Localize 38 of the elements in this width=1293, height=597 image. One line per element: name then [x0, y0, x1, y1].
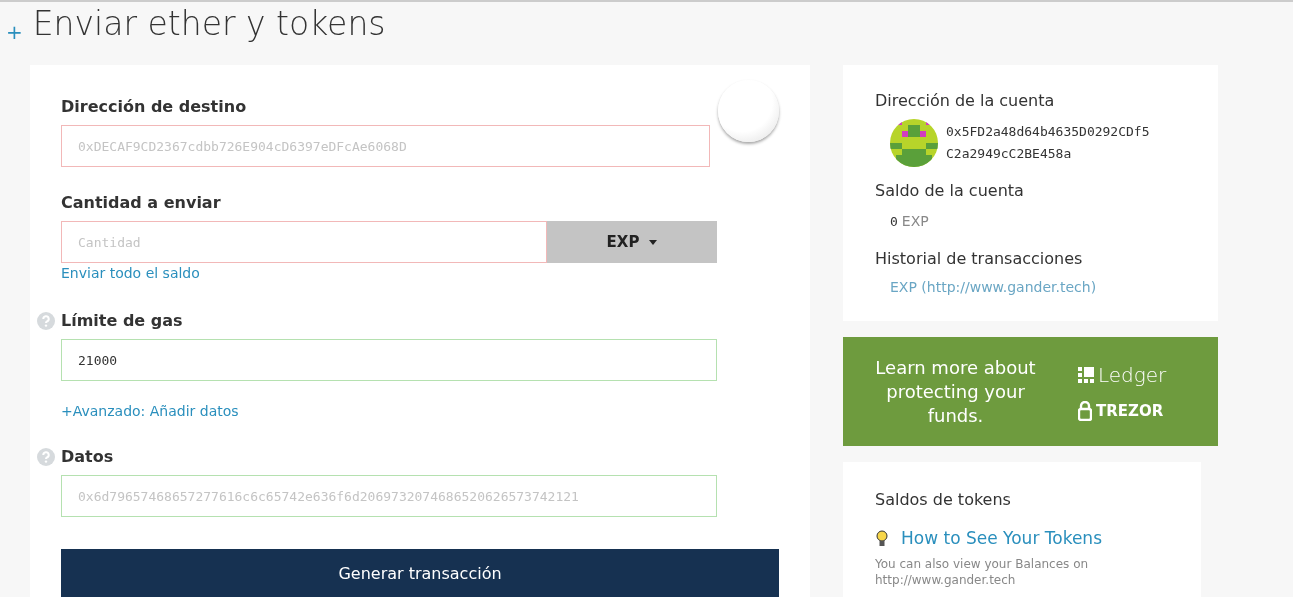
- lightbulb-icon: [875, 528, 889, 548]
- padlock-icon: [1078, 400, 1092, 421]
- section-title: Dirección de la cuenta: [875, 90, 1056, 112]
- identicon-avatar: [890, 119, 938, 167]
- field-label: Datos: [61, 446, 114, 468]
- balance-unit: EXP: [901, 213, 929, 229]
- promo-text: Learn more about protecting your funds.: [874, 355, 1037, 428]
- account-address: C2a2949cC2BE458a: [946, 145, 1073, 163]
- section-title: Saldos de tokens: [875, 489, 1012, 511]
- help-icon[interactable]: [37, 312, 55, 330]
- tokens-note-link[interactable]: http://www.gander.tech: [875, 572, 1169, 588]
- amount-input[interactable]: Cantidad: [61, 221, 547, 263]
- page-title: Enviar ether y tokens: [32, 4, 386, 44]
- brand-name: TREZOR: [1096, 401, 1164, 420]
- unit-dropdown[interactable]: EXP: [547, 221, 717, 263]
- field-link[interactable]: +Avanzado: Añadir datos: [61, 403, 779, 419]
- plus-icon[interactable]: +: [6, 22, 23, 42]
- tokens-note: You can also view your Balances on: [875, 556, 1090, 572]
- caret-icon: [649, 239, 658, 245]
- section-title: Saldo de la cuenta: [875, 180, 1025, 202]
- ledger-logo-icon: [1078, 366, 1094, 383]
- generate-transaction-button[interactable]: Generar transacción: [61, 549, 779, 597]
- identicon-placeholder: [717, 80, 779, 142]
- history-link[interactable]: EXP (http://www.gander.tech): [890, 279, 1186, 295]
- balance-amount: 0: [890, 213, 898, 231]
- section-title: Historial de transacciones: [875, 248, 1084, 270]
- field-label: Dirección de destino: [61, 96, 247, 118]
- tokens-help-link[interactable]: How to See Your Tokens: [901, 528, 1102, 548]
- brand-name: Ledger: [1098, 362, 1167, 387]
- help-icon[interactable]: [37, 448, 55, 466]
- text-input[interactable]: 0x6d79657468657277616c6c65742e636f6d2069732074686520626573742121: [61, 475, 717, 517]
- account-address: 0x5FD2a48d64b4635D0292CDf5: [946, 123, 1150, 141]
- promo-banner[interactable]: Learn more about protecting your funds. Ledger TREZOR: [843, 337, 1218, 446]
- field-label: Cantidad a enviar: [61, 192, 221, 214]
- address-input[interactable]: 0xDECAF9CD2367cdbb726E904cD6397eDFcAe6068D: [61, 125, 710, 167]
- field-link[interactable]: Enviar todo el saldo: [61, 265, 779, 281]
- text-input[interactable]: 21000: [61, 339, 717, 381]
- field-label: Límite de gas: [61, 310, 183, 332]
